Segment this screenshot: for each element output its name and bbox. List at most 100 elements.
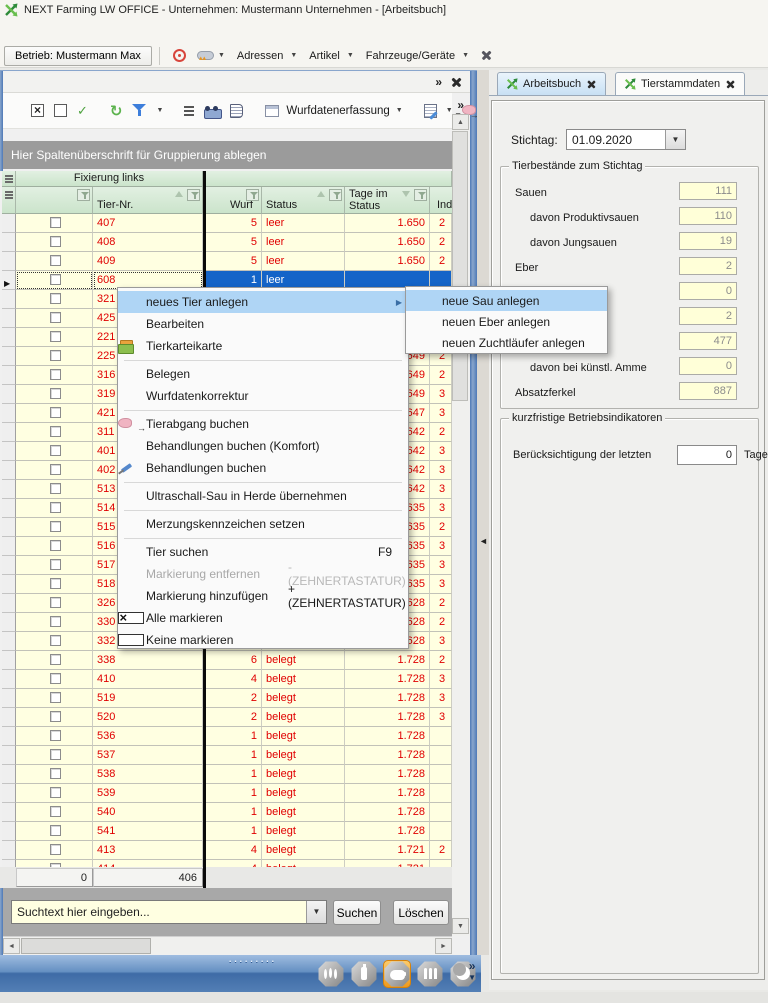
row-checkbox[interactable] (50, 692, 61, 703)
row-checkbox-cell[interactable] (16, 822, 93, 841)
hscroll-thumb[interactable] (21, 938, 151, 954)
context-menu-item[interactable]: Ultraschall-Sau in Herde übernehmen ▶ (118, 485, 408, 507)
menu-bar-item[interactable] (120, 29, 138, 35)
row-checkbox-cell[interactable] (16, 784, 93, 803)
menu-bar-item[interactable] (156, 29, 174, 35)
scroll-up-icon[interactable]: ▲ (452, 114, 469, 130)
suchen-button[interactable]: Suchen (333, 900, 381, 925)
record-icon[interactable] (173, 49, 186, 62)
row-checkbox[interactable] (50, 844, 61, 855)
row-checkbox[interactable] (50, 483, 61, 494)
chevron-down-icon[interactable]: ▼ (214, 52, 229, 59)
row-checkbox[interactable] (50, 502, 61, 513)
context-menu-item[interactable]: Behandlungen buchen (Komfort) ▶ (118, 435, 408, 457)
menu-bar-item[interactable] (48, 29, 66, 35)
module-button[interactable] (383, 960, 411, 988)
checkbox-column-header[interactable] (16, 187, 93, 214)
row-checkbox-cell[interactable] (16, 765, 93, 784)
tage-column-header[interactable]: Tage imStatus (345, 187, 430, 214)
loeschen-button[interactable]: Löschen (393, 900, 449, 925)
close-tab-icon[interactable] (726, 79, 735, 88)
table-row[interactable]: 407 5 leer 1.650 2 (0, 214, 452, 233)
row-checkbox-cell[interactable] (16, 461, 93, 480)
submenu-item[interactable]: neuen Eber anlegen (406, 311, 607, 332)
column-list-icon[interactable] (184, 106, 194, 116)
module-button[interactable] (350, 960, 378, 988)
row-checkbox-cell[interactable] (16, 708, 93, 727)
apply-mark-icon[interactable]: ✓ (77, 103, 88, 119)
row-checkbox-cell[interactable] (16, 385, 93, 404)
modulebar-overflow-icon[interactable]: »▼ (468, 961, 476, 983)
close-panel-icon[interactable] (451, 77, 462, 88)
search-save-icon[interactable] (204, 105, 220, 117)
submenu-item[interactable]: neue Sau anlegen (406, 290, 607, 311)
close-toolbar-icon[interactable] (481, 50, 492, 61)
scroll-down-icon[interactable]: ▼ (452, 918, 469, 934)
row-checkbox[interactable] (50, 521, 61, 532)
table-row[interactable]: 338 6 belegt 1.728 2 (0, 651, 452, 670)
row-checkbox-cell[interactable] (16, 632, 93, 651)
context-menu-item[interactable]: Bearbeiten ▶ (118, 313, 408, 335)
row-checkbox[interactable] (50, 749, 61, 760)
row-checkbox[interactable] (50, 787, 61, 798)
context-menu-item[interactable]: Wurfdatenkorrektur ▶ (118, 385, 408, 407)
fix-links-header[interactable]: Fixierung links (16, 171, 203, 187)
context-menu-item[interactable]: Tierkarteikarte ▶ (118, 335, 408, 357)
select-all-icon[interactable] (31, 104, 44, 117)
table-row[interactable]: 538 1 belegt 1.728 (0, 765, 452, 784)
row-checkbox-cell[interactable] (16, 404, 93, 423)
row-checkbox[interactable] (50, 312, 61, 323)
betrieb-button[interactable]: Betrieb: Mustermann Max (4, 46, 152, 66)
resize-grip[interactable]: ········· (228, 953, 276, 968)
row-checkbox[interactable] (50, 293, 61, 304)
tier-nr-column-header[interactable]: Tier-Nr. (93, 187, 203, 214)
ind-column-header[interactable]: Ind (430, 187, 452, 214)
select-none-icon[interactable] (54, 104, 67, 117)
toolbar-overflow-icon[interactable]: » (457, 98, 464, 112)
edit-note-icon[interactable] (424, 104, 437, 118)
submenu-item[interactable]: neuen Zuchtläufer anlegen (406, 332, 607, 353)
row-checkbox[interactable] (50, 274, 61, 285)
row-checkbox[interactable] (50, 445, 61, 456)
cloud-sync-icon[interactable] (196, 49, 214, 63)
row-checkbox-cell[interactable] (16, 670, 93, 689)
row-checkbox-cell[interactable] (16, 309, 93, 328)
row-checkbox[interactable] (50, 407, 61, 418)
row-checkbox-cell[interactable] (16, 689, 93, 708)
row-checkbox-cell[interactable] (16, 537, 93, 556)
row-checkbox-cell[interactable] (16, 651, 93, 670)
row-checkbox-cell[interactable] (16, 841, 93, 860)
context-menu-item[interactable]: Belegen ▶ (118, 363, 408, 385)
row-checkbox-cell[interactable] (16, 594, 93, 613)
filter-button-icon[interactable] (77, 189, 90, 201)
row-checkbox[interactable] (50, 616, 61, 627)
filter-button-icon[interactable] (187, 189, 200, 201)
menu-bar-item[interactable] (84, 29, 102, 35)
row-checkbox[interactable] (50, 388, 61, 399)
collapse-splitter-icon[interactable]: ◄ (479, 536, 488, 546)
row-checkbox[interactable] (50, 825, 61, 836)
row-checkbox[interactable] (50, 464, 61, 475)
artikel-dropdown[interactable]: Artikel (301, 50, 343, 62)
chevron-down-icon[interactable]: ▼ (458, 52, 473, 59)
context-menu-item[interactable]: Behandlungen buchen ▶ (118, 457, 408, 479)
module-button[interactable] (317, 960, 345, 988)
row-checkbox[interactable] (50, 711, 61, 722)
context-menu-item[interactable]: Alle markieren ▶ (118, 607, 408, 629)
table-row[interactable]: 539 1 belegt 1.728 (0, 784, 452, 803)
wurfdatenerfassung-button[interactable]: Wurfdatenerfassung (286, 105, 389, 117)
adressen-dropdown[interactable]: Adressen (229, 50, 286, 62)
report-icon[interactable] (230, 104, 243, 118)
row-checkbox[interactable] (50, 331, 61, 342)
row-menu-icon[interactable] (2, 171, 16, 187)
row-checkbox-cell[interactable] (16, 746, 93, 765)
refresh-icon[interactable]: ↻ (110, 102, 123, 120)
row-checkbox-cell[interactable] (16, 366, 93, 385)
row-checkbox-cell[interactable] (16, 499, 93, 518)
groupby-bar[interactable]: Hier Spaltenüberschrift für Gruppierung … (3, 141, 452, 169)
scroll-left-icon[interactable]: ◄ (3, 938, 20, 954)
table-row[interactable]: 413 4 belegt 1.721 2 (0, 841, 452, 860)
table-row[interactable]: 537 1 belegt 1.728 (0, 746, 452, 765)
context-menu-item[interactable]: neues Tier anlegen ▶ (118, 291, 408, 313)
row-checkbox[interactable] (50, 806, 61, 817)
